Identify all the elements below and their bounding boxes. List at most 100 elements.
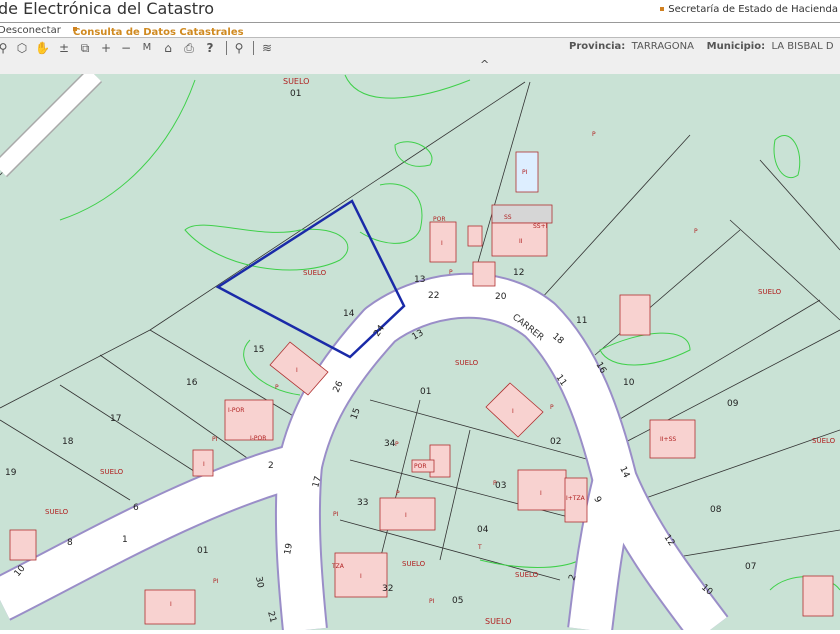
building-code: I — [296, 367, 298, 374]
building-code: P — [592, 131, 596, 138]
suelo-label: SUELO — [100, 468, 124, 476]
house-number: 21 — [265, 610, 278, 624]
building-code: T — [477, 544, 482, 551]
pan-hand-icon[interactable]: ✋ — [35, 40, 50, 56]
building-code: I — [512, 408, 514, 415]
parcel-number: 04 — [477, 525, 489, 535]
building-code: I — [441, 240, 443, 247]
parcel-number: 14 — [343, 309, 355, 319]
app-title: de Electrónica del Catastro — [0, 0, 215, 18]
building-code: PI — [333, 511, 339, 518]
header: de Electrónica del Catastro Secretaría d… — [0, 0, 840, 22]
parcel-number: 34 — [384, 439, 396, 449]
provincia-value: TARRAGONA — [631, 41, 694, 52]
suelo-label: SUELO — [485, 617, 511, 626]
toolbar: ⚲ ⬡ ✋ ± ⧉ + − M ⌂ ⎙ ? ⚲ ≋ Provincia: TAR… — [0, 38, 840, 74]
parcel-number: 18 — [62, 437, 74, 447]
separator — [253, 41, 254, 55]
location-pin-icon[interactable]: ⚲ — [232, 40, 246, 56]
disconnect-link[interactable]: Desconectar — [0, 25, 61, 36]
parcel-number: 13 — [414, 275, 425, 285]
map-canvas[interactable]: 01 13 12 14 15 16 17 18 19 11 10 09 08 0… — [0, 67, 840, 634]
measure-icon[interactable]: M — [140, 40, 154, 56]
house-number: 8 — [67, 538, 73, 548]
secretaria-link[interactable]: Secretaría de Estado de Hacienda — [660, 4, 838, 15]
parcel-number: 19 — [5, 468, 17, 478]
cadastral-map[interactable]: 01 13 12 14 15 16 17 18 19 11 10 09 08 0… — [0, 67, 840, 634]
parcel-number: 09 — [727, 399, 739, 409]
parcel-number: 15 — [253, 345, 264, 355]
building-code: POR — [414, 463, 427, 470]
zoom-out-icon[interactable]: − — [119, 40, 133, 56]
zoom-plus-minus-icon[interactable]: ± — [57, 40, 71, 56]
layers-icon[interactable]: ≋ — [260, 40, 274, 56]
parcel-number: 16 — [186, 378, 198, 388]
building-code: I+TZA — [566, 495, 586, 502]
parcel-number: 12 — [513, 268, 524, 278]
home-icon[interactable]: ⌂ — [161, 40, 175, 56]
parcel-number: 01 — [420, 387, 431, 397]
house-number: 6 — [133, 503, 139, 513]
help-icon[interactable]: ? — [203, 40, 217, 56]
house-number: 22 — [428, 291, 439, 301]
building-code: PI — [212, 436, 218, 443]
building-code: PI — [213, 578, 219, 585]
building-code: P — [396, 490, 400, 497]
building-code: II — [519, 238, 523, 245]
print-icon[interactable]: ⎙ — [182, 40, 196, 56]
suelo-label: SUELO — [283, 77, 309, 86]
building-code: P — [395, 441, 399, 448]
suelo-label: SUELO — [758, 288, 782, 296]
collapse-toggle[interactable]: ^ — [480, 58, 489, 71]
building-code: I — [360, 573, 362, 580]
house-number: 2 — [268, 461, 274, 471]
building-code: II+SS — [660, 436, 676, 443]
building-code: SS+I — [533, 223, 548, 230]
building-code: PI — [522, 169, 528, 176]
building-code: POR — [433, 216, 446, 223]
suelo-label: SUELO — [455, 359, 479, 367]
parcel-number: 10 — [623, 378, 635, 388]
building-code: P — [493, 480, 497, 487]
parcel-number: 33 — [357, 498, 368, 508]
parcel-number: 01 — [290, 89, 301, 99]
building-code: PI — [429, 598, 435, 605]
location-info: Provincia: TARRAGONA Municipio: LA BISBA… — [569, 41, 834, 52]
zoom-icon[interactable]: ⚲ — [0, 40, 10, 56]
building-code: I-POR — [250, 435, 266, 442]
building-code: I — [170, 601, 172, 608]
house-number: 1 — [122, 535, 128, 545]
parcel-number: 01 — [197, 546, 208, 556]
municipio-label: Municipio: — [706, 41, 766, 52]
suelo-label: SUELO — [45, 508, 69, 516]
suelo-label: SUELO — [402, 560, 426, 568]
separator — [226, 41, 227, 55]
building-code: I — [405, 512, 407, 519]
building-code: P — [694, 228, 698, 235]
provincia-label: Provincia: — [569, 41, 626, 52]
consulta-label: Consulta de Datos Catastrales — [73, 27, 244, 38]
parcel-number: 32 — [382, 584, 393, 594]
parcel-number: 07 — [745, 562, 756, 572]
zoom-window-icon[interactable]: ⧉ — [78, 40, 92, 56]
parcel-number: 05 — [452, 596, 463, 606]
suelo-labels: SUELO SUELO SUELO SUELO SUELO SUELO SUEL… — [45, 77, 836, 626]
building-code: P — [550, 404, 554, 411]
zoom-in-icon[interactable]: + — [99, 40, 113, 56]
municipio-value: LA BISBAL D — [771, 41, 834, 52]
layers-3d-icon[interactable]: ⬡ — [15, 40, 29, 56]
parcel-number: 11 — [576, 316, 587, 326]
suelo-label: SUELO — [515, 571, 539, 579]
building-code: I-POR — [228, 407, 244, 414]
building-code: I — [203, 461, 205, 468]
building-code: P — [449, 269, 453, 276]
bullet-icon — [660, 7, 665, 11]
house-number: 19 — [283, 542, 295, 555]
parcel-number: 02 — [550, 437, 561, 447]
building-code: I — [540, 490, 542, 497]
suelo-label: SUELO — [303, 269, 327, 277]
house-number: 30 — [253, 576, 265, 589]
parcel-number: 03 — [495, 481, 506, 491]
building-code: P — [275, 384, 279, 391]
parcel-number: 17 — [110, 414, 121, 424]
